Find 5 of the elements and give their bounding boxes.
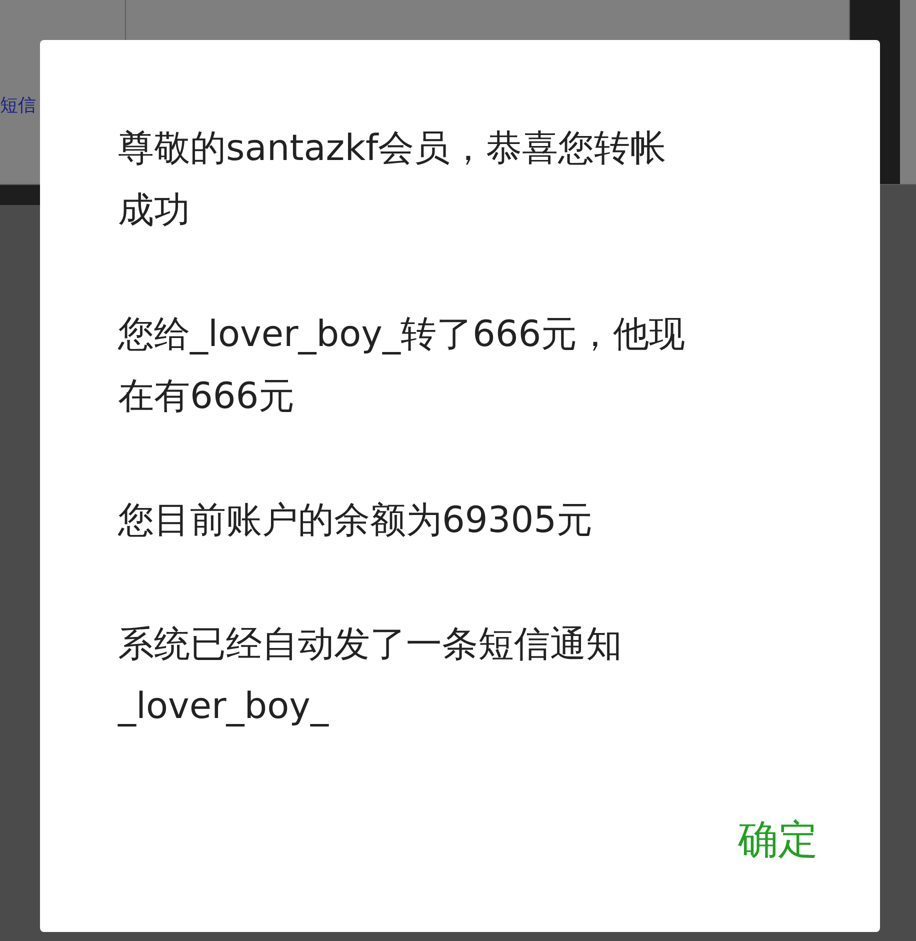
message-text: 您给_lover_boy_转了666元，他现在有666元 xyxy=(118,313,686,419)
message-text: 您目前账户的余额为69305元 xyxy=(118,499,594,543)
confirm-button[interactable]: 确定 xyxy=(736,810,820,870)
message-text: 尊敬的santazkf会员，恭喜您转帐成功 xyxy=(118,127,668,233)
message-text: 系统已经自动发了一条短信通知_lover_boy_ xyxy=(118,623,623,729)
